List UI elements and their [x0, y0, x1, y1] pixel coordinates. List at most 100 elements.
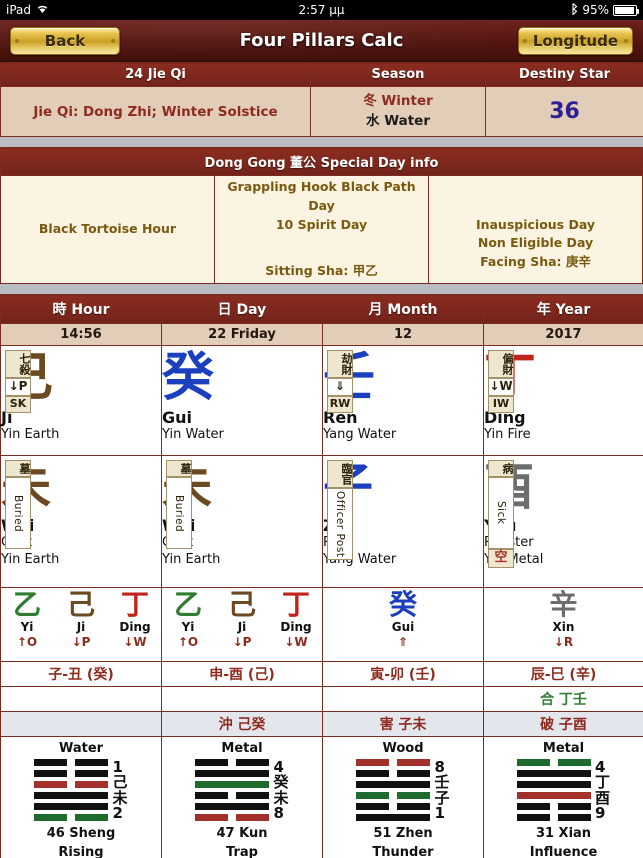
stem-english-0: Yin Earth — [1, 427, 60, 443]
hidden-stem-arrow-1-2: ↓W — [284, 635, 308, 650]
hexagram-line-0-2 — [34, 781, 109, 789]
hexagram-lines-1 — [195, 759, 270, 822]
jieqi-value-row: Jie Qi: Dong Zhi; Winter Solstice 冬 Wint… — [0, 85, 643, 138]
branch-badge-cn-1: 墓 — [166, 460, 192, 478]
stem-english-3: Yin Fire — [484, 427, 531, 443]
relation-1-cell-1: 申-酉 (己) — [161, 661, 323, 688]
branch-cell-1[interactable]: 墓Buried未WeiGoatYin Earth — [161, 455, 323, 589]
hidden-stem-1-0: 乙 Yi ↑O — [169, 588, 207, 650]
stem-badge-cn-3: 偏財 — [488, 350, 514, 379]
season-element: 水 Water — [366, 112, 430, 129]
stem-badge-code-3: IW — [488, 395, 514, 413]
hexagram-lines-3 — [516, 759, 591, 822]
hexagram-side-labels-1: 4癸未8 — [273, 759, 288, 821]
branch-badge-stage-2: Officer Post — [327, 488, 353, 561]
hidden-stem-arrow-0-2: ↓W — [123, 635, 147, 650]
hidden-stem-pinyin-0-0: Yi — [20, 620, 34, 635]
auspice-line-2: Non Eligible Day — [477, 235, 594, 251]
branch-cell-3[interactable]: 病Sick空酉YouRoosterYin Metal — [483, 455, 643, 589]
hidden-stem-glyph-1-0: 乙 — [173, 588, 202, 622]
heavenly-stem-row: 七殺↓PSK己JiYin Earth癸GuiYin Water劫財⇓RW壬Ren… — [0, 345, 643, 457]
branch-badge-extra-3: 空 — [488, 549, 514, 569]
stem-cell-3[interactable]: 偏財↓WIW丁DingYin Fire — [483, 345, 643, 457]
hexagram-cell-0[interactable]: Water 1 己未 2 46 Sheng Rising — [0, 736, 162, 858]
relations-row-1: 子-丑 (癸) 申-酉 (己) 寅-卯 (壬) 辰-巳 (辛) — [0, 661, 643, 688]
jieqi-header-row: 24 Jie Qi Season Destiny Star — [0, 62, 643, 87]
hidden-stem-0-0: 乙 Yi ↑O — [8, 588, 46, 650]
hexagram-line-2-1 — [356, 770, 431, 778]
hexagram-side-labels-3: 4丁酉9 — [595, 759, 610, 821]
branch-badge-stage-3: Sick — [488, 477, 514, 550]
relations-row-2: 合 丁壬 — [0, 686, 643, 713]
hexagram-element-0: Water — [58, 741, 104, 757]
hidden-stem-glyph-3-0: 辛 — [549, 588, 578, 622]
pillar-subheader-row: 14:56 22 Friday 12 2017 — [0, 323, 643, 347]
branch-cell-0[interactable]: 墓Buried未WeiGoatYin Earth — [0, 455, 162, 589]
hidden-stem-pinyin-0-1: Ji — [76, 620, 86, 635]
destiny-star-header: Destiny Star — [485, 62, 643, 87]
hexagram-row: Water 1 己未 2 46 Sheng Rising Metal 4 癸未 8 47 Kun Tr… — [0, 736, 643, 858]
hexagram-line-0-4 — [34, 803, 109, 811]
branch-cell-2[interactable]: 臨官Officer Post子ZiRatYang Water — [322, 455, 484, 589]
jieqi-header: 24 Jie Qi — [0, 62, 311, 87]
hexagram-line-1-2 — [195, 781, 270, 789]
hidden-stems-cell-0[interactable]: 乙 Yi ↑O 己 Ji ↓P 丁 Ding ↓W — [0, 587, 162, 663]
hexagram-line-3-2 — [516, 781, 591, 789]
hexagram-line-0-5 — [34, 814, 109, 822]
hidden-stem-pinyin-1-0: Yi — [181, 620, 195, 635]
donggong-title-row: Dong Gong 董公 Special Day info — [0, 147, 643, 177]
season-value: 冬 Winter 水 Water — [310, 85, 486, 138]
hexagram-name-1: 47 Kun — [216, 826, 268, 842]
hidden-stem-arrow-0-1: ↓P — [71, 635, 91, 650]
donggong-hour: Black Tortoise Hour — [0, 175, 215, 285]
hexagram-line-3-3 — [516, 792, 591, 800]
hidden-stems-cell-3[interactable]: 辛 Xin ↓R — [483, 587, 643, 663]
hexagram-line-3-5 — [516, 814, 591, 822]
stem-english-1: Yin Water — [162, 427, 224, 443]
pillar-sub-year: 2017 — [483, 323, 643, 347]
relation-2-cell-3: 合 丁壬 — [483, 686, 643, 713]
stem-glyph-1: 癸 — [162, 348, 215, 409]
hexagram-side-label-1-3: 8 — [273, 804, 284, 823]
hexagram-element-2: Wood — [382, 741, 424, 757]
hidden-stems-row: 乙 Yi ↑O 己 Ji ↓P 丁 Ding ↓W 乙 Yi ↑O 己 Ji ↓P 丁 Ding ↓W 癸 Gui ⇑ 辛… — [0, 587, 643, 663]
navigation-bar: Back Four Pillars Calc Longitude — [0, 20, 643, 62]
longitude-button[interactable]: Longitude — [517, 26, 633, 55]
pillar-header-year: 年 Year — [483, 294, 643, 325]
hexagram-line-3-1 — [516, 770, 591, 778]
donggong-section: Dong Gong 董公 Special Day info Black Tort… — [0, 147, 643, 285]
earthly-branch-row: 墓Buried未WeiGoatYin Earth墓Buried未WeiGoatY… — [0, 455, 643, 589]
hexagram-line-2-3 — [356, 792, 431, 800]
relation-1-cell-2: 寅-卯 (壬) — [322, 661, 484, 688]
hidden-stem-glyph-1-1: 己 — [227, 588, 256, 622]
hexagram-cell-2[interactable]: Wood 8 壬子 1 51 Zhen Thunder — [322, 736, 484, 858]
stem-badge-cn-0: 七殺 — [5, 350, 31, 379]
pillar-sub-month: 12 — [322, 323, 484, 347]
hexagram-meaning-3: Influence — [529, 845, 598, 858]
hidden-stem-2-0: 癸 Gui ⇑ — [384, 591, 422, 650]
donggong-auspice: Inauspicious Day Non Eligible Day Facing… — [428, 175, 643, 285]
relation-3-cell-2: 害 子未 — [322, 711, 484, 738]
stem-cell-1[interactable]: 癸 Gui Yin Water — [161, 345, 323, 457]
back-button[interactable]: Back — [10, 26, 120, 55]
branch-english-0: Yin Earth — [1, 552, 60, 568]
season-name: 冬 Winter — [363, 93, 433, 109]
hexagram-side-labels-0: 1己未2 — [112, 759, 127, 821]
stem-cell-2[interactable]: 劫財⇓RW壬RenYang Water — [322, 345, 484, 457]
stem-cell-0[interactable]: 七殺↓PSK己JiYin Earth — [0, 345, 162, 457]
branch-badge-stage-0: Buried — [5, 477, 31, 550]
pillar-sub-day: 22 Friday — [161, 323, 323, 347]
hexagram-cell-1[interactable]: Metal 4 癸未 8 47 Kun Trap — [161, 736, 323, 858]
hexagram-element-3: Metal — [542, 741, 585, 757]
hidden-stem-glyph-0-1: 己 — [66, 588, 95, 622]
hidden-stems-cell-1[interactable]: 乙 Yi ↑O 己 Ji ↓P 丁 Ding ↓W — [161, 587, 323, 663]
donggong-body-row: Black Tortoise Hour Grappling Hook Black… — [0, 175, 643, 285]
hexagram-line-1-1 — [195, 770, 270, 778]
destiny-star-value: 36 — [485, 85, 643, 138]
hidden-stem-glyph-0-0: 乙 — [12, 588, 41, 622]
branch-badge-2: 臨官 Officer Post — [327, 460, 353, 561]
hidden-stems-cell-2[interactable]: 癸 Gui ⇑ — [322, 587, 484, 663]
donggong-day-line-1: Grappling Hook Black Path Day — [227, 179, 416, 213]
donggong-day-info: Grappling Hook Black Path Day 10 Spirit … — [214, 175, 429, 285]
hexagram-cell-3[interactable]: Metal 4 丁酉 9 31 Xian Influence — [483, 736, 643, 858]
